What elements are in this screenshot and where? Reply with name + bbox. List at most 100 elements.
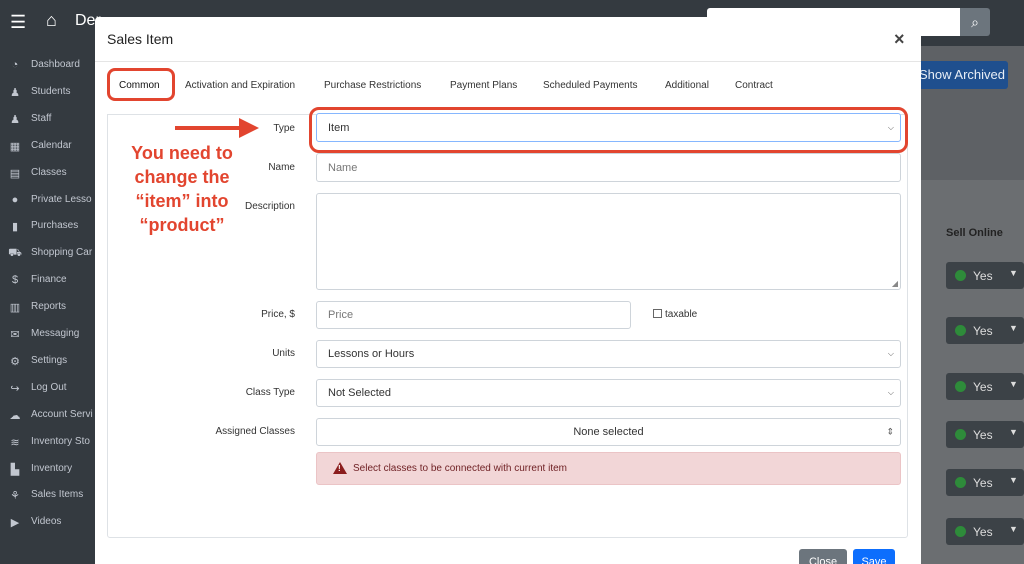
- class-type-label: Class Type: [245, 387, 295, 398]
- sidebar-item-icon: ↪: [10, 382, 20, 395]
- sidebar-item-label: Settings: [31, 354, 68, 366]
- assigned-classes-value: None selected: [573, 426, 644, 438]
- tab-payment-plans[interactable]: Payment Plans: [450, 80, 517, 91]
- sidebar-item-icon: ▤: [9, 167, 21, 180]
- status-dot-icon: [955, 270, 966, 281]
- caret-down-icon: ▼: [1009, 524, 1018, 534]
- save-button[interactable]: Save: [853, 549, 895, 564]
- annotation-note-line: You need to: [131, 143, 233, 163]
- units-select[interactable]: Lessons or Hours ⌵: [316, 340, 901, 368]
- class-type-select-value: Not Selected: [328, 387, 391, 399]
- sell-online-value: Yes: [973, 269, 993, 283]
- sidebar-item[interactable]: ▦ Calendar: [0, 135, 96, 159]
- sell-online-column-header[interactable]: Sell Online: [946, 227, 1003, 239]
- warning-alert: ! Select classes to be connected with cu…: [316, 452, 901, 485]
- assigned-classes-multiselect[interactable]: None selected ⇕: [316, 418, 901, 446]
- taxable-checkbox[interactable]: [653, 309, 662, 318]
- sell-online-toggle[interactable]: Yes ▼: [946, 421, 1024, 448]
- sidebar-item-icon: ⛟: [8, 247, 22, 260]
- sidebar-item[interactable]: ⚘ Sales Items: [0, 484, 96, 508]
- sidebar-item-label: Classes: [31, 166, 67, 178]
- units-label: Units: [272, 348, 295, 359]
- sidebar-item[interactable]: ↪ Log Out: [0, 377, 96, 401]
- sidebar-item-icon: ▦: [9, 140, 21, 153]
- sidebar-item-icon: $: [11, 274, 19, 287]
- sidebar-item-icon: ☁: [9, 409, 21, 422]
- sell-online-toggle[interactable]: Yes ▼: [946, 262, 1024, 289]
- description-textarea[interactable]: ◢: [316, 193, 901, 290]
- sidebar-item[interactable]: ✉ Messaging: [0, 323, 96, 347]
- annotation-note-line: change the: [134, 167, 230, 187]
- caret-down-icon: ▼: [1009, 323, 1018, 333]
- sell-online-value: Yes: [973, 428, 993, 442]
- close-icon[interactable]: ×: [894, 29, 905, 50]
- hamburger-menu-icon[interactable]: ☰: [10, 12, 26, 33]
- tab-activation-and-expiration[interactable]: Activation and Expiration: [185, 80, 295, 91]
- caret-down-icon: ▼: [1009, 268, 1018, 278]
- sell-online-value: Yes: [973, 324, 993, 338]
- sidebar-item-icon: ⚘: [10, 490, 20, 503]
- sidebar-item[interactable]: $ Finance: [0, 269, 96, 293]
- sidebar-item-icon: ⚙: [10, 355, 20, 368]
- sidebar-item-icon: ≋: [10, 436, 20, 449]
- sidebar-item-label: Dashboard: [31, 59, 80, 70]
- class-type-select[interactable]: Not Selected ⌵: [316, 379, 901, 407]
- sidebar-item-label: Inventory: [31, 462, 73, 474]
- sidebar-item[interactable]: ♟ Staff: [0, 108, 96, 132]
- sell-online-toggle[interactable]: Yes ▼: [946, 518, 1024, 545]
- taxable-label: taxable: [665, 309, 698, 320]
- sidebar-item-icon: ◔: [11, 59, 19, 71]
- sidebar: ◔ Dashboard ♟ Students ♟ Staff ▦ Calendar ▤ Class…: [0, 46, 96, 564]
- sell-online-toggle[interactable]: Yes ▼: [946, 317, 1024, 344]
- tab-purchase-restrictions[interactable]: Purchase Restrictions: [324, 80, 421, 91]
- sidebar-item[interactable]: ☁ Account Servi: [0, 404, 96, 428]
- sidebar-item[interactable]: ▶ Videos: [0, 511, 96, 535]
- annotation-common-tab-highlight: [107, 68, 175, 101]
- annotation-note: You need to change the “item” into “prod…: [106, 141, 258, 237]
- sidebar-item-label: Videos: [31, 516, 62, 528]
- sidebar-item-label: Staff: [31, 112, 52, 124]
- sidebar-item-label: Inventory Sto: [31, 435, 90, 447]
- resize-handle-icon[interactable]: ◢: [892, 279, 898, 288]
- sidebar-item[interactable]: ● Private Lesso: [0, 189, 96, 213]
- sidebar-item-icon: ▙: [10, 463, 20, 476]
- close-button[interactable]: Close: [799, 549, 847, 564]
- home-icon[interactable]: ⌂: [46, 10, 57, 31]
- sidebar-item-label: Private Lesso: [31, 193, 92, 205]
- sell-online-value: Yes: [973, 380, 993, 394]
- caret-down-icon: ▼: [1009, 475, 1018, 485]
- sidebar-item-icon: ▶: [10, 517, 20, 530]
- sidebar-item-label: Reports: [31, 301, 67, 313]
- tab-scheduled-payments[interactable]: Scheduled Payments: [543, 80, 638, 91]
- sidebar-item[interactable]: ▤ Classes: [0, 162, 96, 186]
- price-input[interactable]: Price: [316, 301, 631, 329]
- sidebar-item-icon: ♟: [10, 86, 20, 99]
- sidebar-item[interactable]: ▮ Purchases: [0, 215, 96, 239]
- sell-online-toggle[interactable]: Yes ▼: [946, 373, 1024, 400]
- show-archived-button[interactable]: Show Archived: [916, 61, 1008, 89]
- sidebar-item[interactable]: ⚙ Settings: [0, 350, 96, 374]
- modal-title: Sales Item: [107, 31, 174, 47]
- tab-contract[interactable]: Contract: [735, 80, 773, 91]
- sidebar-item[interactable]: ⛟ Shopping Car: [0, 242, 96, 266]
- sell-online-toggle[interactable]: Yes ▼: [946, 469, 1024, 496]
- annotation-note-line: “item” into: [135, 191, 229, 211]
- annotation-arrow-head: [239, 118, 259, 138]
- sidebar-item[interactable]: ◔ Dashboard: [0, 54, 96, 78]
- alert-message: Select classes to be connected with curr…: [353, 463, 567, 474]
- name-input[interactable]: Name: [316, 153, 901, 182]
- search-icon[interactable]: ⌕: [960, 8, 990, 36]
- status-dot-icon: [955, 477, 966, 488]
- sidebar-item-icon: ▮: [11, 221, 19, 234]
- sidebar-item[interactable]: ▥ Reports: [0, 296, 96, 320]
- sidebar-item[interactable]: ≋ Inventory Sto: [0, 431, 96, 455]
- chevron-down-icon: ⌵: [887, 349, 894, 358]
- price-placeholder: Price: [328, 309, 354, 321]
- assigned-classes-label: Assigned Classes: [215, 426, 295, 437]
- units-select-value: Lessons or Hours: [328, 348, 415, 360]
- sidebar-item[interactable]: ▙ Inventory: [0, 458, 96, 482]
- sidebar-item[interactable]: ♟ Students: [0, 81, 96, 105]
- sidebar-item-label: Purchases: [31, 220, 79, 232]
- tab-additional[interactable]: Additional: [665, 80, 709, 91]
- sell-online-value: Yes: [973, 525, 993, 539]
